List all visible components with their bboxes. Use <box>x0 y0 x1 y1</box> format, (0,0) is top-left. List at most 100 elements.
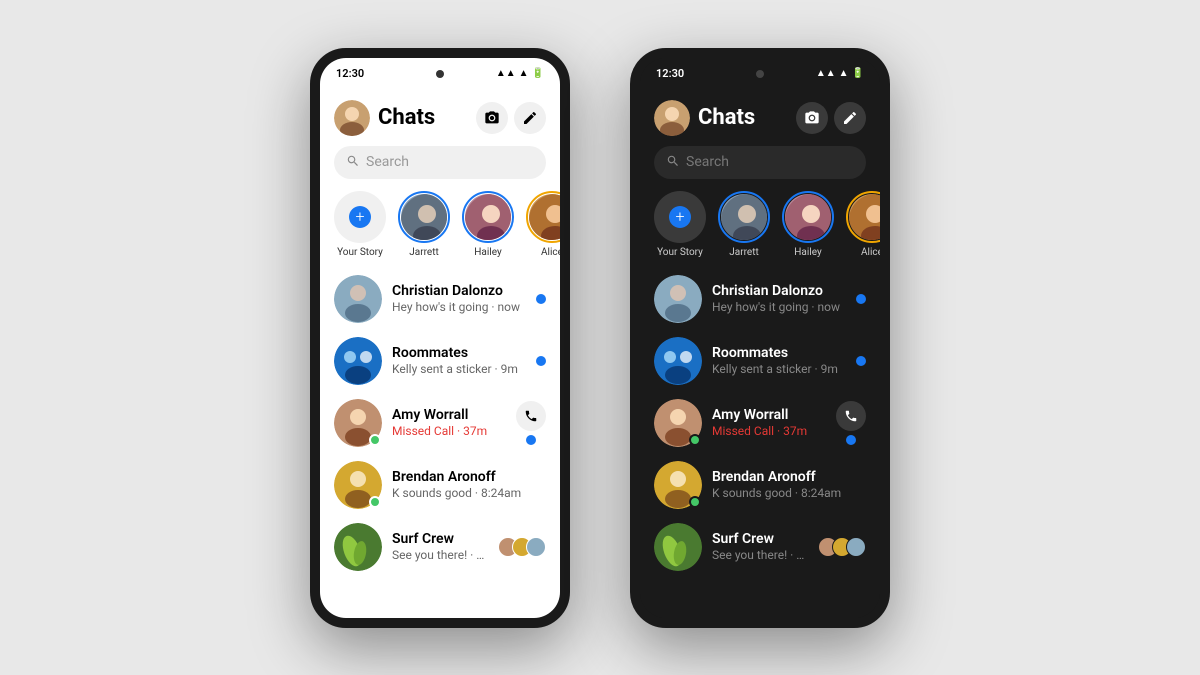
chat-preview-amy-dark: Missed Call · 37m <box>712 424 826 438</box>
phone-dark: 12:30 ▲▲ ▲ 🔋 Chats <box>630 48 890 628</box>
story-jarrett-light[interactable]: Jarrett <box>398 191 450 258</box>
chat-avatar-wrap-christian-light <box>334 275 382 323</box>
group-avatars-surf-dark <box>818 537 866 557</box>
chat-name-roommates-light: Roommates <box>392 345 526 361</box>
add-story-btn-dark[interactable]: + <box>654 191 706 243</box>
phone-icon-amy-dark <box>844 409 858 423</box>
chat-avatar-roommates-dark <box>654 337 702 385</box>
search-bar-light[interactable]: Search <box>334 146 546 179</box>
camera-dot <box>436 70 444 78</box>
chat-right-surf-dark <box>818 537 866 557</box>
online-dot-amy-light <box>369 434 381 446</box>
header-icons-dark <box>796 102 866 134</box>
chat-item-brendan-light[interactable]: Brendan Aronoff K sounds good · 8:24am <box>320 454 560 516</box>
edit-button-light[interactable] <box>514 102 546 134</box>
chat-item-amy-dark[interactable]: Amy Worrall Missed Call · 37m <box>640 392 880 454</box>
chat-item-christian-light[interactable]: Christian Dalonzo Hey how's it going · n… <box>320 268 560 330</box>
header-title-light: Chats <box>378 105 468 130</box>
story-label-your-story-dark: Your Story <box>657 247 703 258</box>
chat-avatar-wrap-brendan-dark <box>654 461 702 509</box>
chat-preview-roommates-light: Kelly sent a sticker · 9m <box>392 362 526 376</box>
chat-preview-brendan-light: K sounds good · 8:24am <box>392 486 536 500</box>
phone-shell-dark: 12:30 ▲▲ ▲ 🔋 Chats <box>630 48 890 628</box>
story-label-jarrett-light: Jarrett <box>409 247 439 258</box>
chat-avatar-wrap-amy-dark <box>654 399 702 447</box>
chat-right-christian-light <box>536 294 546 304</box>
camera-button-light[interactable] <box>476 102 508 134</box>
chat-avatar-wrap-roommates-light <box>334 337 382 385</box>
chat-name-brendan-light: Brendan Aronoff <box>392 469 536 485</box>
header-icons-light <box>476 102 546 134</box>
unread-dot-roommates-light <box>536 356 546 366</box>
story-label-alice-dark: Alice <box>861 247 880 258</box>
unread-dot-christian-dark <box>856 294 866 304</box>
search-placeholder-dark: Search <box>686 154 729 170</box>
chat-preview-brendan-dark: K sounds good · 8:24am <box>712 486 856 500</box>
chat-info-roommates-light: Roommates Kelly sent a sticker · 9m <box>392 345 526 376</box>
story-hailey-dark[interactable]: Hailey <box>782 191 834 258</box>
search-icon-light <box>346 153 360 172</box>
status-icons-dark: ▲▲ ▲ 🔋 <box>816 68 864 79</box>
story-label-hailey-light: Hailey <box>474 247 501 258</box>
chat-header-dark: Chats <box>640 90 880 142</box>
camera-button-dark[interactable] <box>796 102 828 134</box>
chat-info-amy-light: Amy Worrall Missed Call · 37m <box>392 407 506 438</box>
camera-icon <box>484 110 500 126</box>
chat-item-christian-dark[interactable]: Christian Dalonzo Hey how's it going · n… <box>640 268 880 330</box>
chat-item-roommates-dark[interactable]: Roommates Kelly sent a sticker · 9m <box>640 330 880 392</box>
chat-item-surf-light[interactable]: Surf Crew See you there! · Mon <box>320 516 560 578</box>
phone-icon-amy-light <box>524 409 538 423</box>
battery-icon-dark: 🔋 <box>852 68 864 79</box>
chat-list-light: Christian Dalonzo Hey how's it going · n… <box>320 268 560 618</box>
signal-icon-dark: ▲▲ <box>816 68 836 79</box>
user-avatar-light <box>334 100 370 136</box>
chat-info-christian-light: Christian Dalonzo Hey how's it going · n… <box>392 283 526 314</box>
edit-button-dark[interactable] <box>834 102 866 134</box>
chat-info-amy-dark: Amy Worrall Missed Call · 37m <box>712 407 826 438</box>
story-ring-alice-light <box>526 191 560 243</box>
call-icon-amy-dark[interactable] <box>836 401 866 431</box>
chat-right-christian-dark <box>856 294 866 304</box>
story-alice-dark[interactable]: Alice <box>846 191 880 258</box>
story-your-story-light[interactable]: + Your Story <box>334 191 386 258</box>
chat-avatar-surf-light <box>334 523 382 571</box>
add-story-btn-light[interactable]: + <box>334 191 386 243</box>
search-bar-dark[interactable]: Search <box>654 146 866 179</box>
unread-dot-christian-light <box>536 294 546 304</box>
story-label-jarrett-dark: Jarrett <box>729 247 759 258</box>
group-avatars-surf-light <box>498 537 546 557</box>
story-ring-alice-dark <box>846 191 880 243</box>
edit-icon <box>522 110 538 126</box>
story-alice-light[interactable]: Alice <box>526 191 560 258</box>
chat-preview-amy-light: Missed Call · 37m <box>392 424 506 438</box>
group-avatar-mini-3-dark <box>846 537 866 557</box>
time-light: 12:30 <box>336 67 364 80</box>
call-icon-amy-light[interactable] <box>516 401 546 431</box>
chat-avatar-christian-dark <box>654 275 702 323</box>
phone-screen-light: Chats <box>320 90 560 618</box>
chat-header-light: Chats <box>320 90 560 142</box>
chat-avatar-roommates-light <box>334 337 382 385</box>
chat-right-amy-dark <box>836 401 866 445</box>
story-avatar-alice-light <box>529 194 560 240</box>
chat-avatar-wrap-christian-dark <box>654 275 702 323</box>
story-ring-jarrett-light <box>398 191 450 243</box>
story-avatar-hailey-dark <box>785 194 831 240</box>
story-your-story-dark[interactable]: + Your Story <box>654 191 706 258</box>
chat-item-surf-dark[interactable]: Surf Crew See you there! · Mon <box>640 516 880 578</box>
chat-preview-roommates-dark: Kelly sent a sticker · 9m <box>712 362 846 376</box>
chat-item-brendan-dark[interactable]: Brendan Aronoff K sounds good · 8:24am <box>640 454 880 516</box>
story-jarrett-dark[interactable]: Jarrett <box>718 191 770 258</box>
story-label-hailey-dark: Hailey <box>794 247 821 258</box>
chat-name-amy-light: Amy Worrall <box>392 407 506 423</box>
story-ring-hailey-dark <box>782 191 834 243</box>
unread-dot-amy-light <box>526 435 536 445</box>
chat-info-brendan-light: Brendan Aronoff K sounds good · 8:24am <box>392 469 536 500</box>
add-story-plus-dark: + <box>669 206 691 228</box>
chat-info-surf-light: Surf Crew See you there! · Mon <box>392 531 488 562</box>
chat-item-amy-light[interactable]: Amy Worrall Missed Call · 37m <box>320 392 560 454</box>
story-hailey-light[interactable]: Hailey <box>462 191 514 258</box>
chat-item-roommates-light[interactable]: Roommates Kelly sent a sticker · 9m <box>320 330 560 392</box>
wifi-icon: ▲ <box>519 68 529 79</box>
camera-dot-dark <box>756 70 764 78</box>
